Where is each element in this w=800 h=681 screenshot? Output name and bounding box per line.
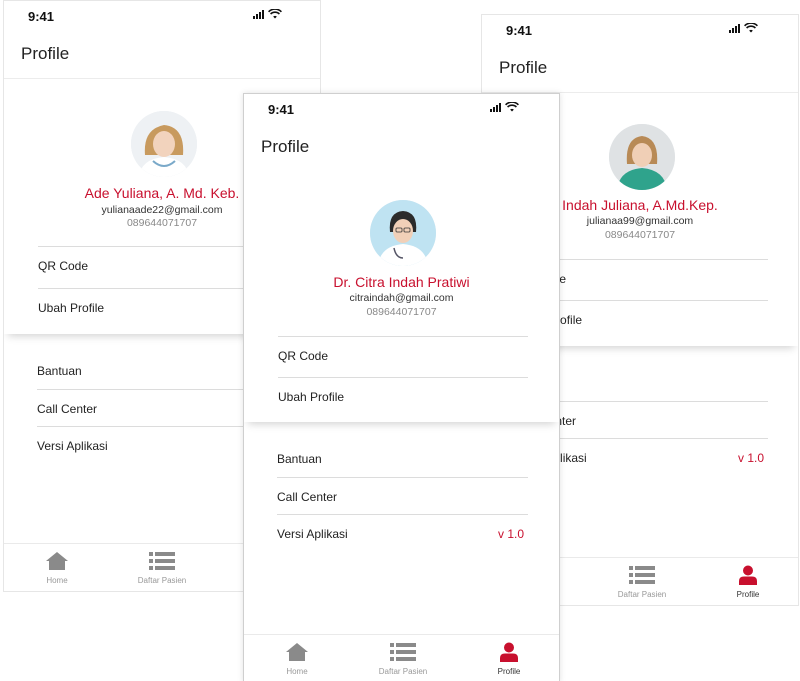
menu-call-center[interactable]: Call Center [277,477,528,514]
menu-qr-code-label: QR Code [38,259,89,273]
menu-app-version[interactable]: Versi Aplikasi v 1.0 [277,514,528,551]
menu-app-version-label: Versi Aplikasi [37,439,108,453]
wifi-icon [268,9,282,19]
tab-home-label: Home [46,576,68,585]
menu-help-label: Bantuan [277,452,322,466]
tab-patients-label: Daftar Pasien [137,576,187,585]
profile-name: Dr. Citra Indah Pratiwi [333,274,470,290]
wifi-icon [744,23,758,33]
status-time: 9:41 [506,23,533,38]
profile-screen-center: 9:41 Profile Dr. Citra Indah Pratiwi cit… [243,93,560,681]
signal-icon [253,10,264,19]
tab-patients-label: Daftar Pasien [378,667,428,676]
status-bar: 9:41 [4,1,320,31]
avatar [370,200,436,266]
menu-edit-profile[interactable]: Ubah Profile [278,377,528,414]
tab-profile-label: Profile [736,590,760,599]
profile-icon [500,642,518,662]
menu-call-center-label: Call Center [37,402,98,416]
bottom-tab-bar: Home Daftar Pasien Profile [244,634,559,681]
status-icons [729,23,758,33]
tab-profile-label: Profile [497,667,521,676]
page-title: Profile [261,137,310,156]
wifi-icon [505,102,519,112]
menu-edit-profile-label: Ubah Profile [278,390,345,404]
menu-help-label: Bantuan [37,364,82,378]
app-header: Profile [4,31,320,79]
menu-app-version-label: Versi Aplikasi [277,527,348,541]
status-bar: 9:41 [244,94,559,124]
profile-icon [739,565,757,585]
signal-icon [729,24,740,33]
menu-edit-profile-label: Ubah Profile [38,301,105,315]
app-version-value: v 1.0 [737,451,764,465]
home-icon [46,552,68,570]
status-icons [253,9,282,19]
page-title: Profile [499,58,548,77]
profile-phone: 089644071707 [366,306,437,318]
tab-home[interactable]: Home [17,550,97,585]
tab-patients[interactable]: Daftar Pasien [363,641,443,676]
menu-help[interactable]: Bantuan [277,440,528,477]
status-time: 9:41 [28,9,55,24]
page-title: Profile [21,44,70,63]
tab-profile[interactable]: Profile [469,641,549,676]
profile-card: Dr. Citra Indah Pratiwi citraindah@gmail… [244,173,559,422]
status-bar: 9:41 [482,15,798,45]
tab-patients[interactable]: Daftar Pasien [602,564,682,599]
status-time: 9:41 [268,102,295,117]
app-header: Profile [244,124,559,172]
home-icon [286,643,308,661]
tab-profile[interactable]: Profile [708,564,788,599]
list-icon [629,566,655,584]
menu-qr-code[interactable]: QR Code [278,336,528,373]
profile-email: citraindah@gmail.com [349,292,454,304]
tab-patients[interactable]: Daftar Pasien [122,550,202,585]
signal-icon [490,103,501,112]
tab-patients-label: Daftar Pasien [617,590,667,599]
app-version-value: v 1.0 [497,527,524,541]
menu-call-center-label: Call Center [277,490,338,504]
app-header: Profile [482,45,798,93]
list-icon [149,552,175,570]
avatar [131,111,197,177]
tab-home[interactable]: Home [257,641,337,676]
avatar [609,124,675,190]
menu-qr-code-label: QR Code [278,349,329,363]
list-icon [390,643,416,661]
tab-home-label: Home [286,667,308,676]
status-icons [490,102,519,112]
